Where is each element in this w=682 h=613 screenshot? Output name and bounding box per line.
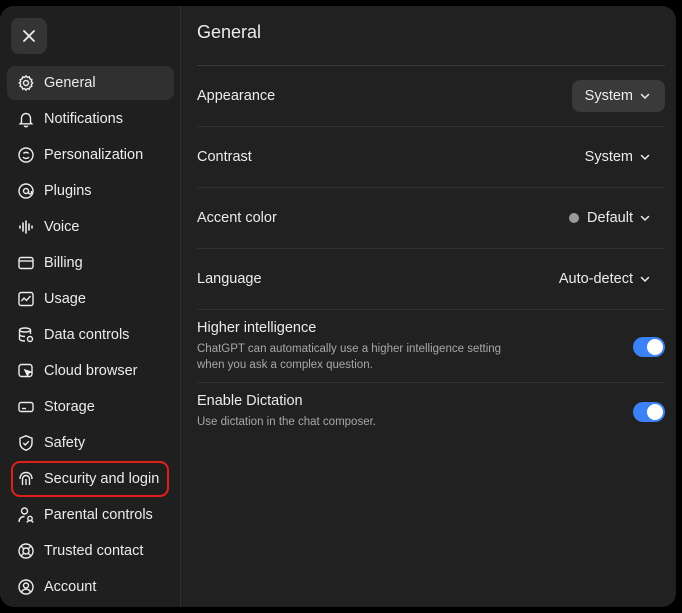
chevron-down-icon <box>640 215 650 222</box>
page-title: General <box>197 22 262 42</box>
shield-icon <box>17 434 35 452</box>
sidebar-item-voice[interactable]: Voice <box>7 210 174 244</box>
settings-list: Appearance System Contrast System Accent… <box>197 66 665 439</box>
sidebar-item-storage[interactable]: Storage <box>7 390 174 424</box>
sidebar-item-trusted-contact[interactable]: Trusted contact <box>7 534 174 568</box>
accent-swatch <box>569 213 580 223</box>
setting-row-higher-intelligence: Higher intelligence ChatGPT can automati… <box>197 310 665 383</box>
sidebar-item-security-and-login[interactable]: Security and login <box>11 461 169 497</box>
setting-label: Contrast <box>197 149 252 165</box>
setting-label: Enable Dictation <box>197 393 303 409</box>
chevron-down-icon <box>640 276 650 283</box>
sidebar-item-label: Security and login <box>44 471 160 487</box>
credit-card-icon <box>17 254 35 272</box>
parental-icon <box>17 506 35 524</box>
bell-icon <box>17 110 35 128</box>
sidebar-item-label: Cloud browser <box>44 363 138 379</box>
sidebar-item-general[interactable]: General <box>7 66 174 100</box>
settings-dialog: General Notifications Personalization Pl… <box>0 6 676 607</box>
sidebar-item-safety[interactable]: Safety <box>7 426 174 460</box>
sidebar-item-cloud-browser[interactable]: Cloud browser <box>7 354 174 388</box>
sidebar-item-data-controls[interactable]: Data controls <box>7 318 174 352</box>
sidebar-item-label: Notifications <box>44 111 123 127</box>
setting-row-accent-color: Accent color Default <box>197 188 665 249</box>
settings-sidebar: General Notifications Personalization Pl… <box>0 6 181 607</box>
sidebar-item-label: Trusted contact <box>44 543 144 559</box>
personalization-icon <box>17 146 35 164</box>
sidebar-item-label: Account <box>44 579 97 595</box>
sidebar-item-label: Storage <box>44 399 95 415</box>
setting-label: Appearance <box>197 88 276 104</box>
sidebar-item-billing[interactable]: Billing <box>7 246 174 280</box>
lifebuoy-icon <box>17 542 35 560</box>
sidebar-item-usage[interactable]: Usage <box>7 282 174 316</box>
gear-icon <box>17 74 35 92</box>
setting-row-enable-dictation: Enable Dictation Use dictation in the ch… <box>197 383 665 439</box>
sidebar-item-parental-controls[interactable]: Parental controls <box>7 498 174 532</box>
sidebar-item-label: Data controls <box>44 327 130 343</box>
setting-row-appearance: Appearance System <box>197 66 665 127</box>
setting-description: Use dictation in the chat composer. <box>197 416 376 428</box>
setting-row-contrast: Contrast System <box>197 127 665 188</box>
accent-color-dropdown[interactable]: Default <box>569 210 665 226</box>
setting-row-language: Language Auto-detect <box>197 249 665 310</box>
contrast-dropdown[interactable]: System <box>585 149 665 165</box>
setting-label: Language <box>197 271 262 287</box>
database-icon <box>17 326 35 344</box>
setting-label: Higher intelligence <box>197 320 317 336</box>
sidebar-item-label: Parental controls <box>44 507 153 523</box>
enable-dictation-toggle[interactable] <box>633 401 665 422</box>
language-dropdown[interactable]: Auto-detect <box>559 271 665 287</box>
sidebar-item-label: Plugins <box>44 183 92 199</box>
setting-label: Accent color <box>197 210 277 226</box>
setting-description: ChatGPT can automatically use a higher i… <box>197 343 502 371</box>
dropdown-value: Default <box>587 210 633 226</box>
sidebar-item-personalization[interactable]: Personalization <box>7 138 174 172</box>
sidebar-item-label: General <box>44 75 96 91</box>
security-icon <box>17 470 35 488</box>
higher-intelligence-toggle[interactable] <box>633 336 665 357</box>
dropdown-value: System <box>584 88 633 104</box>
close-icon <box>23 30 35 42</box>
sidebar-item-notifications[interactable]: Notifications <box>7 102 174 136</box>
sidebar-item-label: Voice <box>44 219 80 235</box>
storage-icon <box>17 398 35 416</box>
chevron-down-icon <box>640 93 650 100</box>
dropdown-value: Auto-detect <box>558 271 633 287</box>
waveform-icon <box>17 218 35 236</box>
settings-nav: General Notifications Personalization Pl… <box>7 66 174 606</box>
settings-content: General Appearance System Contrast Syste… <box>181 6 676 607</box>
sidebar-item-label: Safety <box>44 435 86 451</box>
sidebar-item-plugins[interactable]: Plugins <box>7 174 174 208</box>
sidebar-item-label: Usage <box>44 291 86 307</box>
sidebar-item-account[interactable]: Account <box>7 570 174 604</box>
account-icon <box>17 578 35 596</box>
close-button[interactable] <box>11 18 47 54</box>
plugins-icon <box>17 182 35 200</box>
sidebar-item-label: Billing <box>44 255 83 271</box>
chevron-down-icon <box>640 154 650 161</box>
usage-chart-icon <box>17 290 35 308</box>
appearance-dropdown[interactable]: System <box>571 80 665 112</box>
sidebar-item-label: Personalization <box>44 147 144 163</box>
dropdown-value: System <box>584 149 633 165</box>
cloud-browser-icon <box>17 362 35 380</box>
